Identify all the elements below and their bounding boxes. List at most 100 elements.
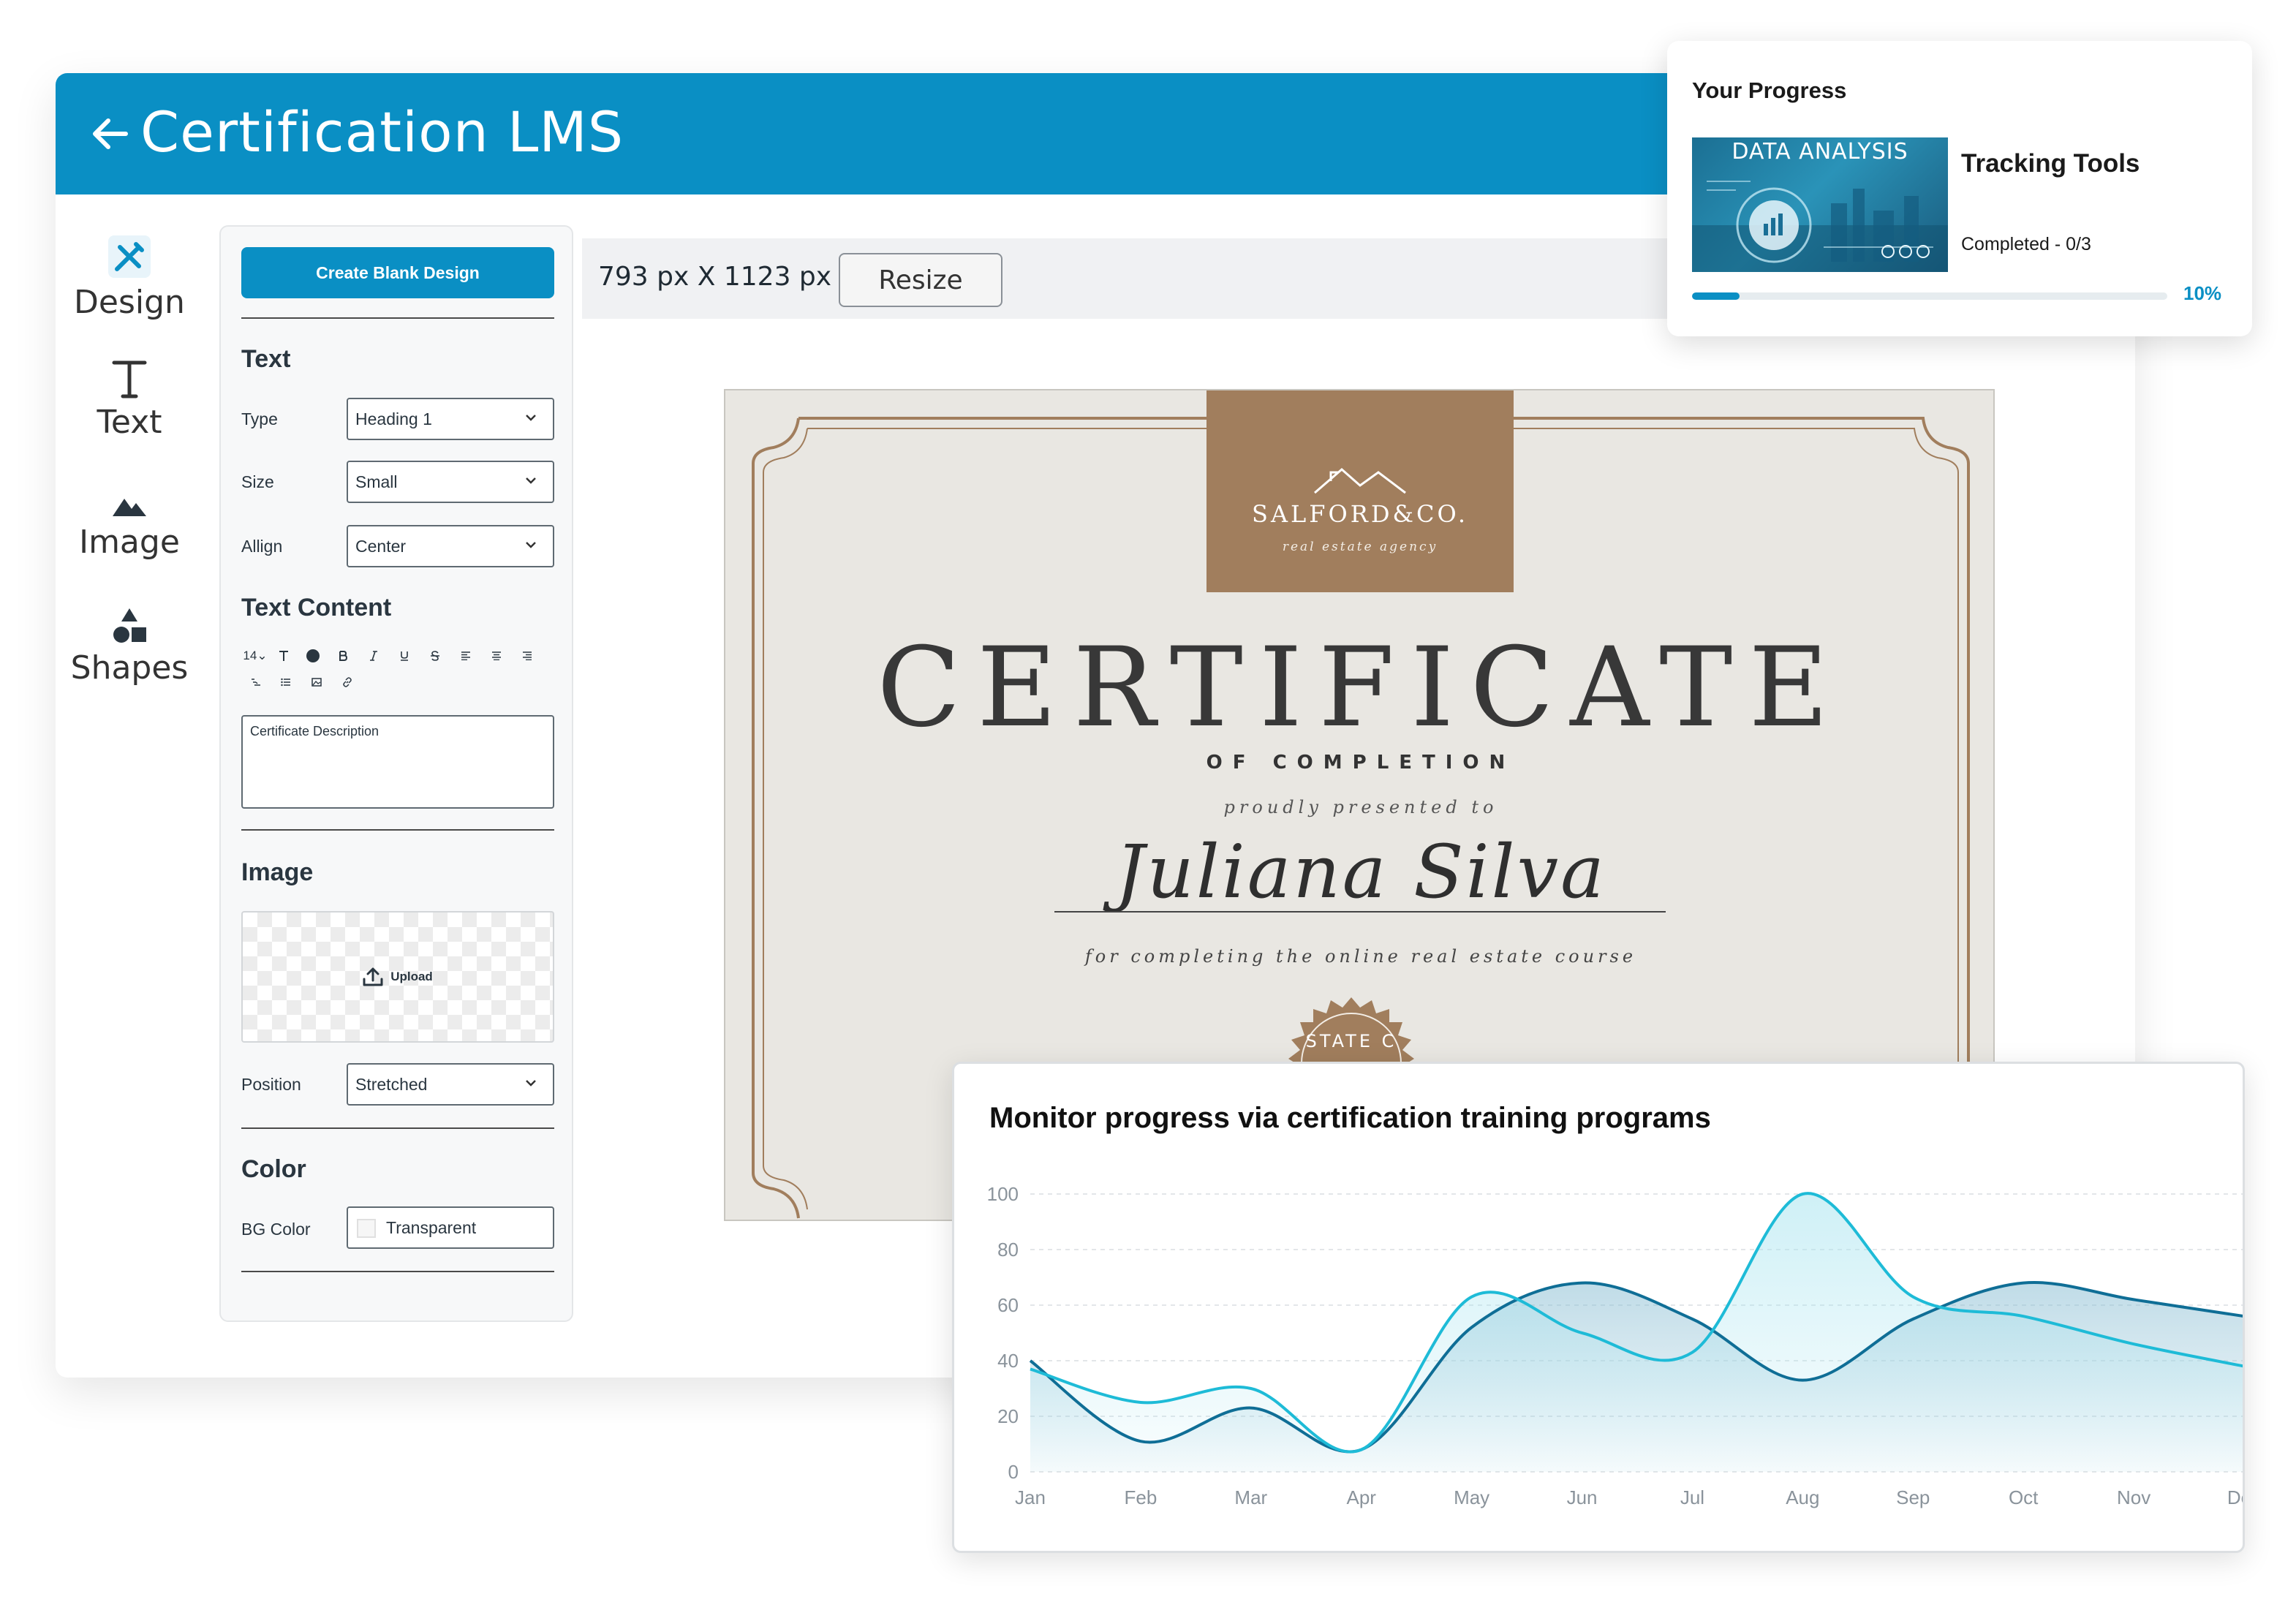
rail-item-image[interactable]: Image <box>67 490 192 561</box>
text-icon <box>279 651 288 661</box>
list-button[interactable] <box>271 671 301 693</box>
align-right-button[interactable] <box>512 645 543 667</box>
underline-button[interactable] <box>389 645 420 667</box>
color-dot-icon <box>306 649 320 662</box>
type-value: Heading 1 <box>355 409 432 428</box>
insert-link-button[interactable] <box>332 671 363 693</box>
create-blank-design-button[interactable]: Create Blank Design <box>241 247 554 298</box>
x-tick-label: Dec <box>2227 1486 2243 1508</box>
x-tick-label: Aug <box>1786 1486 1819 1508</box>
certificate-description-field[interactable]: Certificate Description <box>241 715 554 809</box>
back-button[interactable] <box>80 106 139 162</box>
rail-label: Shapes <box>70 649 189 687</box>
image-upload-area[interactable]: Upload <box>241 911 554 1043</box>
strikethrough-button[interactable] <box>420 645 450 667</box>
size-label: Size <box>241 472 274 491</box>
app-title: Certification LMS <box>140 99 624 165</box>
align-select[interactable]: Center <box>347 525 554 567</box>
house-roof-icon <box>1314 468 1406 494</box>
text-style-button[interactable] <box>269 645 298 667</box>
align-label: Allign <box>241 537 283 556</box>
section-title-text: Text <box>241 345 291 373</box>
course-thumbnail[interactable]: DATA ANALYSIS <box>1692 137 1948 272</box>
arrow-left-icon <box>93 118 128 149</box>
x-tick-label: Oct <box>2009 1486 2039 1508</box>
position-value: Stretched <box>355 1074 428 1094</box>
divider <box>241 829 554 831</box>
font-size-value: 14 <box>243 649 257 662</box>
rail-label: Text <box>97 404 162 441</box>
progress-percent: 10% <box>2183 282 2222 304</box>
certificate-subtitle: OF COMPLETION <box>1206 752 1516 774</box>
text-icon <box>112 360 147 398</box>
section-title-text-content: Text Content <box>241 594 392 621</box>
italic-button[interactable] <box>358 645 389 667</box>
shapes-icon <box>113 608 146 643</box>
image-icon <box>113 499 146 516</box>
color-swatch <box>357 1219 376 1238</box>
strikethrough-icon <box>431 651 439 661</box>
section-title-image: Image <box>241 858 314 886</box>
company-logo: SALFORD&CO. real estate agency <box>1206 390 1514 592</box>
x-tick-label: Nov <box>2117 1486 2150 1508</box>
x-tick-label: Sep <box>1896 1486 1930 1508</box>
divider <box>241 1127 554 1129</box>
seal-text: STATE C <box>1306 1031 1397 1051</box>
align-center-button[interactable] <box>481 645 512 667</box>
size-value: Small <box>355 472 398 491</box>
align-center-icon <box>492 651 501 660</box>
rail-item-design[interactable]: Design <box>67 234 192 321</box>
underline-icon <box>401 651 408 661</box>
bold-button[interactable] <box>328 645 358 667</box>
position-select[interactable]: Stretched <box>347 1063 554 1106</box>
type-select[interactable]: Heading 1 <box>347 398 554 440</box>
course-title[interactable]: Tracking Tools <box>1961 149 2140 178</box>
indent-button[interactable] <box>241 671 271 693</box>
completed-count: Completed - 0/3 <box>1961 234 2091 254</box>
rail-item-shapes[interactable]: Shapes <box>67 607 192 687</box>
bg-color-select[interactable]: Transparent <box>347 1206 554 1249</box>
text-color-button[interactable] <box>298 645 328 667</box>
size-select[interactable]: Small <box>347 461 554 503</box>
text-format-toolbar-row-2 <box>241 671 554 693</box>
chevron-down-icon <box>526 477 536 484</box>
upload-icon <box>363 967 383 986</box>
chart-card: Monitor progress via certification train… <box>952 1062 2245 1553</box>
progress-bar-fill <box>1692 292 1740 300</box>
font-size-dropdown[interactable]: 14 ⌄ <box>241 645 269 667</box>
y-tick-label: 80 <box>997 1239 1019 1261</box>
x-tick-label: Feb <box>1125 1486 1158 1508</box>
divider <box>241 317 554 319</box>
company-tagline: real estate agency <box>1282 540 1438 554</box>
align-right-icon <box>523 651 532 660</box>
y-tick-label: 20 <box>997 1405 1019 1427</box>
align-left-button[interactable] <box>450 645 481 667</box>
insert-image-button[interactable] <box>301 671 332 693</box>
position-label: Position <box>241 1075 301 1094</box>
resize-button[interactable]: Resize <box>839 253 1002 307</box>
chevron-down-icon <box>526 1080 536 1087</box>
align-left-icon <box>461 651 470 660</box>
align-value: Center <box>355 536 407 556</box>
x-tick-label: Jun <box>1567 1486 1598 1508</box>
x-tick-label: May <box>1454 1486 1489 1508</box>
company-name: SALFORD&CO. <box>1252 500 1468 528</box>
rail-item-text[interactable]: Text <box>67 358 192 441</box>
x-tick-label: Mar <box>1234 1486 1267 1508</box>
course-text: for completing the online real estate co… <box>1084 946 1637 967</box>
section-title-color: Color <box>241 1155 306 1183</box>
upload-label: Upload <box>390 970 433 983</box>
signature-line <box>1054 911 1666 913</box>
y-tick-label: 60 <box>997 1294 1019 1316</box>
properties-panel: Create Blank Design Text Type Heading 1 … <box>219 225 573 1322</box>
list-icon <box>281 678 290 687</box>
x-tick-label: Jan <box>1015 1486 1046 1508</box>
italic-icon <box>370 651 377 661</box>
upload-button[interactable]: Upload <box>243 913 553 1041</box>
recipient-name: Juliana Silva <box>1115 829 1606 915</box>
thumbnail-label: DATA ANALYSIS <box>1732 139 1908 165</box>
x-tick-label: Jul <box>1680 1486 1704 1508</box>
y-tick-label: 0 <box>1008 1461 1019 1483</box>
description-placeholder: Certificate Description <box>250 724 379 738</box>
rail-label: Image <box>79 524 180 561</box>
